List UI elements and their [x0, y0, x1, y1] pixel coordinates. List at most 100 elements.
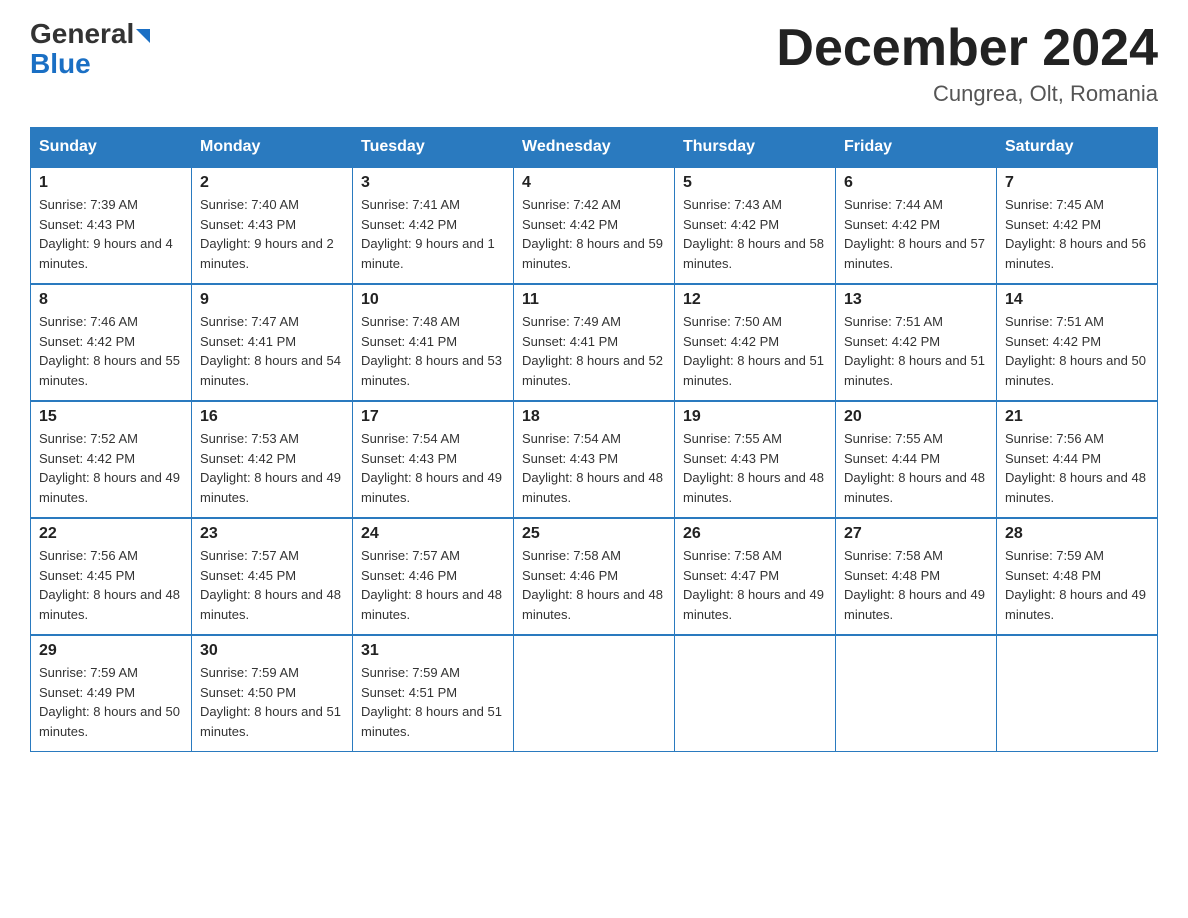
- calendar-cell: 29Sunrise: 7:59 AMSunset: 4:49 PMDayligh…: [31, 635, 192, 752]
- calendar-cell: 28 Sunrise: 7:59 AMSunset: 4:48 PMDayligh…: [997, 518, 1158, 635]
- day-number: 16: [200, 408, 344, 426]
- day-number: 28: [1005, 525, 1149, 543]
- calendar-cell: [836, 635, 997, 752]
- calendar-cell: 12 Sunrise: 7:50 AMSunset: 4:42 PMDayligh…: [675, 284, 836, 401]
- day-info: Sunrise: 7:48 AMSunset: 4:41 PMDaylight:…: [361, 312, 505, 390]
- day-info: Sunrise: 7:45 AMSunset: 4:42 PMDaylight:…: [1005, 195, 1149, 273]
- calendar-cell: [675, 635, 836, 752]
- day-info: Sunrise: 7:59 AMSunset: 4:48 PMDaylight:…: [1005, 546, 1149, 624]
- week-row-3: 15 Sunrise: 7:52 AMSunset: 4:42 PMDayligh…: [31, 401, 1158, 518]
- calendar-cell: 25 Sunrise: 7:58 AMSunset: 4:46 PMDayligh…: [514, 518, 675, 635]
- calendar-cell: 9 Sunrise: 7:47 AMSunset: 4:41 PMDaylight…: [192, 284, 353, 401]
- month-title: December 2024: [776, 20, 1158, 77]
- weekday-header-tuesday: Tuesday: [353, 128, 514, 168]
- day-info: Sunrise: 7:47 AMSunset: 4:41 PMDaylight:…: [200, 312, 344, 390]
- day-info: Sunrise: 7:50 AMSunset: 4:42 PMDaylight:…: [683, 312, 827, 390]
- day-info: Sunrise: 7:46 AMSunset: 4:42 PMDaylight:…: [39, 312, 183, 390]
- day-number: 9: [200, 291, 344, 309]
- day-info: Sunrise: 7:58 AMSunset: 4:48 PMDaylight:…: [844, 546, 988, 624]
- day-number: 3: [361, 174, 505, 192]
- calendar-cell: 21Sunrise: 7:56 AMSunset: 4:44 PMDayligh…: [997, 401, 1158, 518]
- day-info: Sunrise: 7:52 AMSunset: 4:42 PMDaylight:…: [39, 429, 183, 507]
- calendar-cell: 2Sunrise: 7:40 AMSunset: 4:43 PMDaylight…: [192, 167, 353, 284]
- day-info: Sunrise: 7:57 AMSunset: 4:46 PMDaylight:…: [361, 546, 505, 624]
- day-info: Sunrise: 7:59 AMSunset: 4:49 PMDaylight:…: [39, 663, 183, 741]
- day-number: 14: [1005, 291, 1149, 309]
- day-number: 30: [200, 642, 344, 660]
- day-info: Sunrise: 7:55 AMSunset: 4:43 PMDaylight:…: [683, 429, 827, 507]
- calendar-cell: [997, 635, 1158, 752]
- weekday-header-saturday: Saturday: [997, 128, 1158, 168]
- calendar-cell: 27 Sunrise: 7:58 AMSunset: 4:48 PMDayligh…: [836, 518, 997, 635]
- day-number: 31: [361, 642, 505, 660]
- calendar-cell: 23Sunrise: 7:57 AMSunset: 4:45 PMDayligh…: [192, 518, 353, 635]
- page-header: General Blue December 2024 Cungrea, Olt,…: [30, 20, 1158, 107]
- week-row-1: 1Sunrise: 7:39 AMSunset: 4:43 PMDaylight…: [31, 167, 1158, 284]
- day-info: Sunrise: 7:59 AMSunset: 4:50 PMDaylight:…: [200, 663, 344, 741]
- day-info: Sunrise: 7:53 AMSunset: 4:42 PMDaylight:…: [200, 429, 344, 507]
- location-subtitle: Cungrea, Olt, Romania: [776, 81, 1158, 107]
- calendar-cell: [514, 635, 675, 752]
- title-block: December 2024 Cungrea, Olt, Romania: [776, 20, 1158, 107]
- day-info: Sunrise: 7:49 AMSunset: 4:41 PMDaylight:…: [522, 312, 666, 390]
- day-number: 23: [200, 525, 344, 543]
- day-number: 25: [522, 525, 666, 543]
- calendar-cell: 22 Sunrise: 7:56 AMSunset: 4:45 PMDayligh…: [31, 518, 192, 635]
- weekday-header-wednesday: Wednesday: [514, 128, 675, 168]
- day-info: Sunrise: 7:59 AMSunset: 4:51 PMDaylight:…: [361, 663, 505, 741]
- day-info: Sunrise: 7:51 AMSunset: 4:42 PMDaylight:…: [1005, 312, 1149, 390]
- day-number: 10: [361, 291, 505, 309]
- calendar-cell: 10 Sunrise: 7:48 AMSunset: 4:41 PMDayligh…: [353, 284, 514, 401]
- day-number: 19: [683, 408, 827, 426]
- logo-general-text: General: [30, 18, 134, 49]
- logo-blue-text: Blue: [30, 50, 91, 78]
- day-number: 18: [522, 408, 666, 426]
- calendar-cell: 8 Sunrise: 7:46 AMSunset: 4:42 PMDaylight…: [31, 284, 192, 401]
- calendar-cell: 4Sunrise: 7:42 AMSunset: 4:42 PMDaylight…: [514, 167, 675, 284]
- day-info: Sunrise: 7:56 AMSunset: 4:44 PMDaylight:…: [1005, 429, 1149, 507]
- day-number: 22: [39, 525, 183, 543]
- day-number: 11: [522, 291, 666, 309]
- weekday-header-monday: Monday: [192, 128, 353, 168]
- day-number: 12: [683, 291, 827, 309]
- day-number: 20: [844, 408, 988, 426]
- week-row-2: 8 Sunrise: 7:46 AMSunset: 4:42 PMDaylight…: [31, 284, 1158, 401]
- calendar-cell: 31 Sunrise: 7:59 AMSunset: 4:51 PMDayligh…: [353, 635, 514, 752]
- week-row-4: 22 Sunrise: 7:56 AMSunset: 4:45 PMDayligh…: [31, 518, 1158, 635]
- day-info: Sunrise: 7:39 AMSunset: 4:43 PMDaylight:…: [39, 195, 183, 273]
- calendar-cell: 7Sunrise: 7:45 AMSunset: 4:42 PMDaylight…: [997, 167, 1158, 284]
- logo-arrow-icon: [136, 29, 150, 43]
- day-number: 26: [683, 525, 827, 543]
- calendar-table: SundayMondayTuesdayWednesdayThursdayFrid…: [30, 127, 1158, 752]
- day-number: 2: [200, 174, 344, 192]
- day-info: Sunrise: 7:58 AMSunset: 4:46 PMDaylight:…: [522, 546, 666, 624]
- calendar-cell: 6Sunrise: 7:44 AMSunset: 4:42 PMDaylight…: [836, 167, 997, 284]
- day-info: Sunrise: 7:51 AMSunset: 4:42 PMDaylight:…: [844, 312, 988, 390]
- day-info: Sunrise: 7:54 AMSunset: 4:43 PMDaylight:…: [522, 429, 666, 507]
- week-row-5: 29Sunrise: 7:59 AMSunset: 4:49 PMDayligh…: [31, 635, 1158, 752]
- day-number: 24: [361, 525, 505, 543]
- calendar-cell: 3 Sunrise: 7:41 AMSunset: 4:42 PMDaylight…: [353, 167, 514, 284]
- day-info: Sunrise: 7:55 AMSunset: 4:44 PMDaylight:…: [844, 429, 988, 507]
- day-number: 13: [844, 291, 988, 309]
- day-number: 8: [39, 291, 183, 309]
- day-number: 27: [844, 525, 988, 543]
- day-info: Sunrise: 7:44 AMSunset: 4:42 PMDaylight:…: [844, 195, 988, 273]
- weekday-header-sunday: Sunday: [31, 128, 192, 168]
- calendar-cell: 13 Sunrise: 7:51 AMSunset: 4:42 PMDayligh…: [836, 284, 997, 401]
- day-info: Sunrise: 7:54 AMSunset: 4:43 PMDaylight:…: [361, 429, 505, 507]
- calendar-cell: 20 Sunrise: 7:55 AMSunset: 4:44 PMDayligh…: [836, 401, 997, 518]
- day-number: 15: [39, 408, 183, 426]
- weekday-header-row: SundayMondayTuesdayWednesdayThursdayFrid…: [31, 128, 1158, 168]
- calendar-cell: 19 Sunrise: 7:55 AMSunset: 4:43 PMDayligh…: [675, 401, 836, 518]
- day-info: Sunrise: 7:41 AMSunset: 4:42 PMDaylight:…: [361, 195, 505, 273]
- weekday-header-thursday: Thursday: [675, 128, 836, 168]
- logo-general-line: General: [30, 20, 150, 48]
- day-info: Sunrise: 7:56 AMSunset: 4:45 PMDaylight:…: [39, 546, 183, 624]
- calendar-cell: 17Sunrise: 7:54 AMSunset: 4:43 PMDayligh…: [353, 401, 514, 518]
- logo: General Blue: [30, 20, 150, 78]
- calendar-cell: 16 Sunrise: 7:53 AMSunset: 4:42 PMDayligh…: [192, 401, 353, 518]
- calendar-cell: 15 Sunrise: 7:52 AMSunset: 4:42 PMDayligh…: [31, 401, 192, 518]
- day-number: 4: [522, 174, 666, 192]
- day-info: Sunrise: 7:58 AMSunset: 4:47 PMDaylight:…: [683, 546, 827, 624]
